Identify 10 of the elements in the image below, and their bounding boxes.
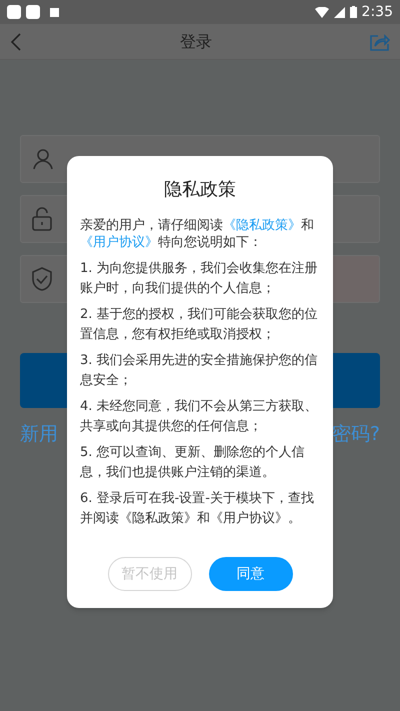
intro-text: 亲爱的用户，请仔细阅读《隐私政策》和 《用户协议》特向您说明如下： (80, 217, 315, 251)
policy-item: 5. 您可以查询、更新、删除您的个人信息，我们也提供账户注销的渠道。 (80, 444, 306, 482)
policy-item: 3. 我们会采用先进的安全措施保护您的信息安全； (80, 352, 319, 390)
policy-item: 4. 未经您同意，我们不会从第三方获取、共享或向其提供您的任何信息； (80, 398, 319, 436)
page-title: 登录 (179, 30, 213, 52)
dialog-title: 隐私政策 (163, 178, 237, 202)
policy-item: 2. 基于您的授权，我们可能会获取您的位置信息，您有权拒绝或取消授权； (80, 306, 319, 344)
policy-item: 6. 登录后可在我-设置-关于模块下，查找并阅读《隐私政策》和《用户协议》。 (80, 490, 315, 528)
policy-item: 1. 为向您提供服务，我们会收集您在注册账户时，向我们提供的个人信息； (80, 260, 319, 298)
status-time: 2:35 (362, 2, 393, 22)
